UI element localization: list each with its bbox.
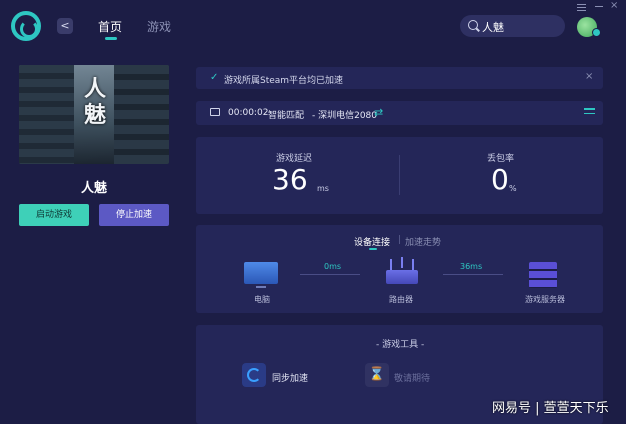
search-icon — [468, 20, 478, 30]
computer-icon — [244, 262, 278, 288]
match-mode: 智能匹配 — [268, 111, 305, 121]
pc-router-latency: 0ms — [324, 262, 342, 271]
stats-divider — [399, 155, 400, 195]
coming-soon-label: 敬请期待 — [394, 374, 431, 384]
minimize-icon[interactable] — [595, 6, 603, 7]
network-tab-indicator — [369, 248, 377, 250]
packet-loss-value: 0 — [491, 163, 509, 196]
latency-unit: ms — [317, 184, 329, 193]
settings-sliders-icon[interactable] — [584, 108, 595, 117]
packet-loss-unit: % — [509, 184, 517, 193]
switch-node-icon[interactable]: ⇄ — [374, 106, 383, 119]
active-tab-indicator — [105, 37, 117, 40]
tab-separator: | — [398, 235, 402, 245]
acceleration-timer: 00:00:02 — [228, 108, 269, 118]
tab-game[interactable]: 游戏 — [147, 18, 171, 35]
tab-device-connection[interactable]: 设备连接 — [354, 235, 390, 248]
game-server-label: 游戏服务器 — [525, 295, 565, 304]
window-close-icon[interactable]: × — [610, 0, 618, 11]
back-button[interactable]: < — [57, 18, 73, 34]
server-icon — [529, 262, 557, 288]
search-input[interactable]: 人魅 — [482, 19, 504, 35]
route-node: - 深圳电信2080 — [312, 111, 378, 121]
tab-acceleration-trend[interactable]: 加速走势 — [405, 235, 441, 248]
computer-label: 电脑 — [254, 295, 270, 304]
check-icon: ✓ — [210, 72, 219, 83]
hourglass-icon: ⌛ — [365, 363, 389, 387]
game-tools-title: - 游戏工具 - — [376, 340, 425, 350]
vip-badge-icon — [592, 28, 601, 37]
menu-icon[interactable] — [577, 4, 586, 13]
sync-acceleration-label[interactable]: 同步加速 — [272, 371, 308, 384]
router-server-link — [443, 274, 503, 275]
notice-text: 游戏所属Steam平台均已加速 — [224, 76, 344, 86]
watermark-text: 网易号 | 萱萱天下乐 — [492, 401, 609, 416]
router-label: 路由器 — [389, 295, 413, 304]
app-logo-icon — [11, 11, 41, 41]
notice-close-icon[interactable]: × — [585, 71, 593, 82]
cover-title-art: 人魅 — [83, 77, 106, 128]
tab-home[interactable]: 首页 — [98, 18, 122, 35]
game-cover-image: 人魅 — [19, 65, 169, 164]
pc-router-link — [300, 274, 360, 275]
sync-acceleration-icon[interactable] — [242, 363, 266, 387]
monitor-icon — [210, 108, 220, 116]
router-icon — [386, 259, 418, 284]
router-server-latency: 36ms — [460, 262, 483, 271]
launch-game-button[interactable]: 启动游戏 — [19, 204, 89, 226]
latency-value: 36 — [272, 163, 308, 196]
game-title: 人魅 — [80, 181, 107, 196]
stop-acceleration-button[interactable]: 停止加速 — [99, 204, 169, 226]
